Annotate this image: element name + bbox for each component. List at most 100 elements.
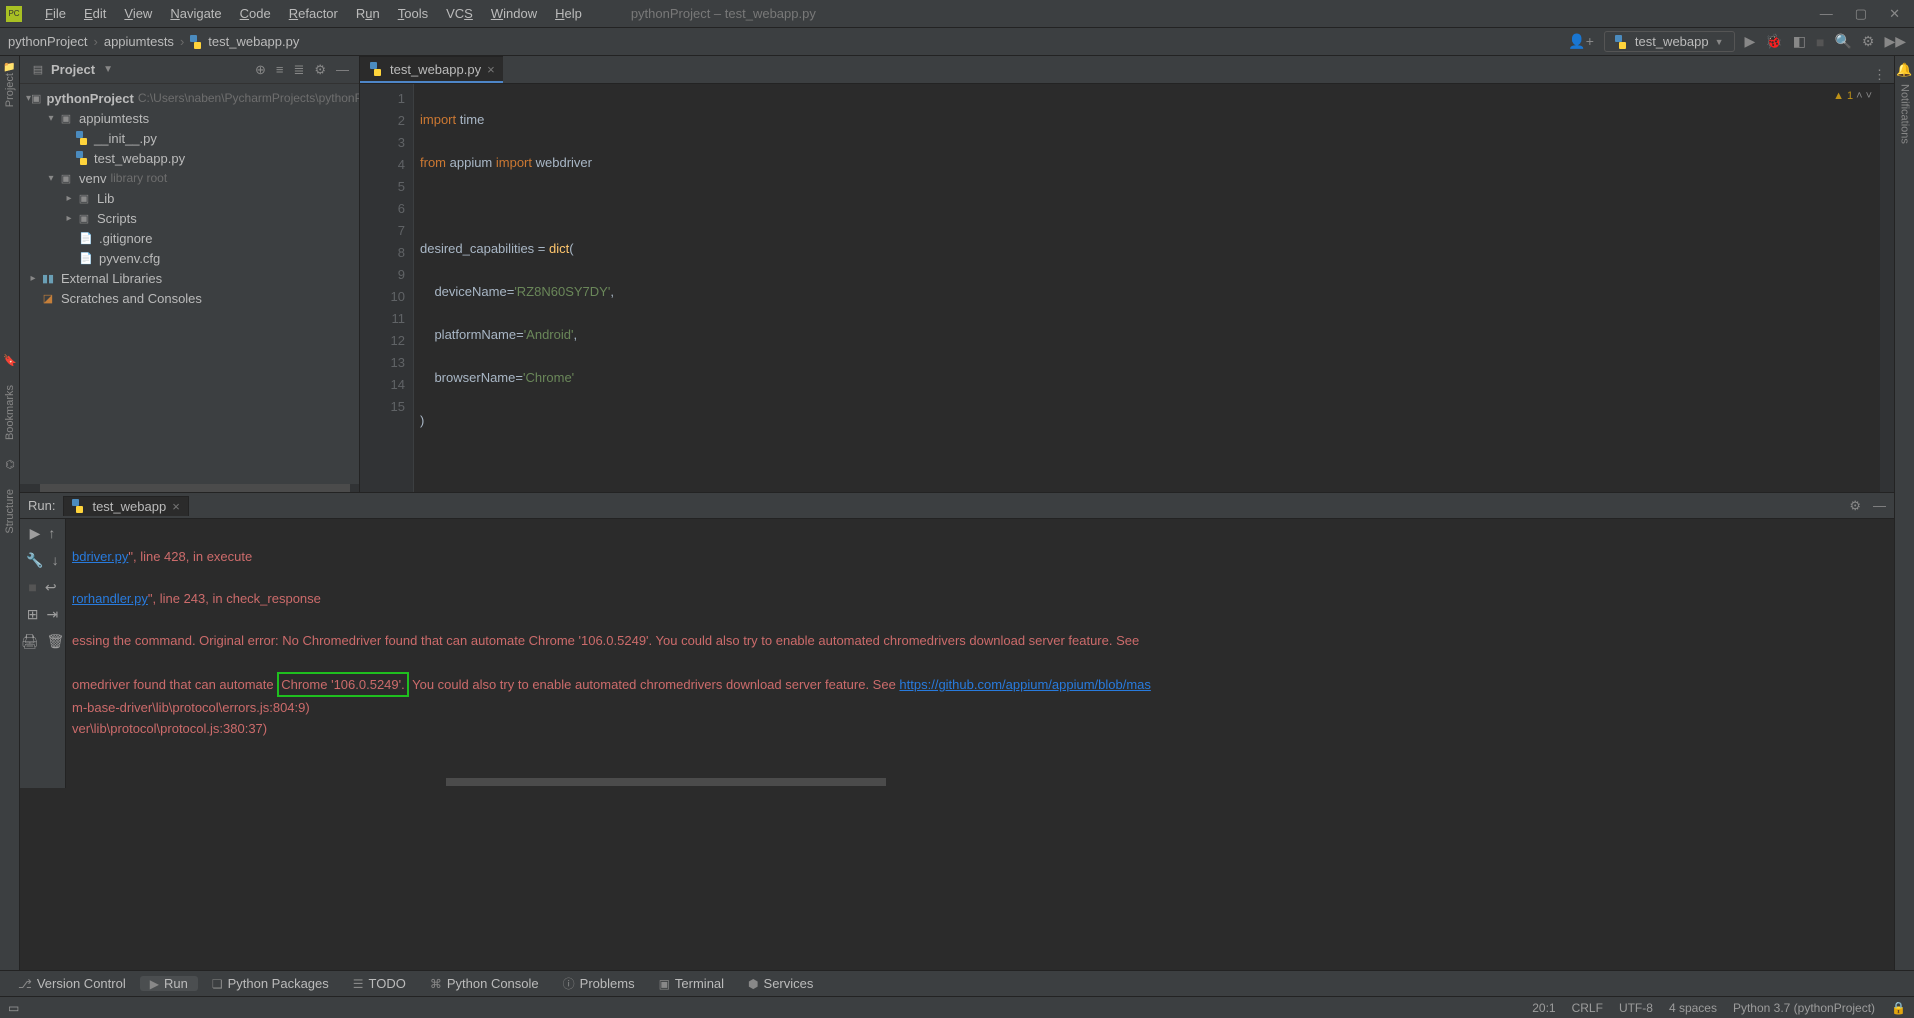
menu-refactor[interactable]: Refactor: [280, 6, 347, 21]
run-settings-gear-icon[interactable]: ⚙: [1849, 498, 1861, 514]
notifications-tool-button[interactable]: Notifications: [1899, 84, 1911, 144]
tree-file-init[interactable]: __init__.py: [20, 128, 359, 148]
close-run-tab-icon[interactable]: ×: [172, 499, 180, 514]
chevron-right-icon: ›: [88, 34, 104, 49]
breadcrumb-file[interactable]: test_webapp.py: [208, 34, 299, 49]
tool-problems[interactable]: ⓘProblems: [553, 975, 645, 992]
editor-tabs-more-icon[interactable]: ⋮: [1873, 67, 1894, 83]
tree-label: Scripts: [97, 211, 137, 226]
menu-vcs[interactable]: VCS: [437, 6, 482, 21]
tree-tag: library root: [110, 171, 167, 185]
soft-wrap-icon[interactable]: ↩: [45, 579, 57, 596]
run-tool-window: Run: test_webapp × ⚙ — ▶↑ 🔧↓ ■↩ ⊞⇥ 🖨🗑: [20, 492, 1894, 788]
locate-icon[interactable]: ⊕: [255, 62, 266, 78]
print-icon[interactable]: 🖨: [21, 633, 39, 650]
menu-file[interactable]: File: [36, 6, 75, 21]
status-interpreter[interactable]: Python 3.7 (pythonProject): [1733, 1001, 1875, 1015]
gear-icon[interactable]: ⚙: [314, 62, 326, 78]
status-indent[interactable]: 4 spaces: [1669, 1001, 1717, 1015]
delete-icon[interactable]: 🗑: [47, 633, 65, 650]
expand-all-icon[interactable]: ≡: [276, 62, 284, 78]
menu-window[interactable]: Window: [482, 6, 546, 21]
add-user-icon[interactable]: 👤+: [1568, 33, 1594, 50]
tree-folder-scripts[interactable]: ▸▣ Scripts: [20, 208, 359, 228]
tree-folder-venv[interactable]: ▾▣ venv library root: [20, 168, 359, 188]
tree-file-testwebapp[interactable]: test_webapp.py: [20, 148, 359, 168]
stop-icon[interactable]: ■: [1816, 34, 1824, 50]
tools-icon[interactable]: 🔧: [26, 552, 43, 569]
settings-gear-icon[interactable]: ⚙: [1862, 33, 1875, 50]
stop-run-icon[interactable]: ■: [28, 579, 36, 596]
tree-project-root[interactable]: ▾▣ pythonProject C:\Users\naben\PycharmP…: [20, 88, 359, 108]
menu-edit[interactable]: Edit: [75, 6, 115, 21]
down-icon[interactable]: ↓: [52, 552, 59, 569]
code-editor[interactable]: import time from appium import webdriver…: [414, 84, 1880, 492]
run-icon[interactable]: ▶: [1745, 33, 1756, 50]
status-quick-doc-icon[interactable]: ▭: [8, 1001, 19, 1015]
tree-file-gitignore[interactable]: 📄 .gitignore: [20, 228, 359, 248]
scroll-end-icon[interactable]: ⇥: [47, 606, 59, 623]
structure-icon[interactable]: ⌬: [5, 458, 15, 471]
menu-view[interactable]: View: [115, 6, 161, 21]
status-caret-pos[interactable]: 20:1: [1532, 1001, 1555, 1015]
close-tab-icon[interactable]: ×: [487, 62, 495, 77]
bookmarks-tool-button[interactable]: Bookmarks: [4, 385, 16, 440]
tool-todo[interactable]: ☰TODO: [343, 976, 416, 991]
inspection-widget[interactable]: ▲ 1 ˄ ˅: [1833, 90, 1872, 102]
tool-python-packages[interactable]: ❏Python Packages: [202, 976, 339, 991]
status-line-sep[interactable]: CRLF: [1572, 1001, 1603, 1015]
inspect-prev-icon[interactable]: ˄: [1856, 90, 1862, 102]
tree-file-pyvenvcfg[interactable]: 📄 pyvenv.cfg: [20, 248, 359, 268]
run-tab[interactable]: test_webapp ×: [63, 496, 188, 516]
layout-icon[interactable]: ⊞: [27, 606, 39, 623]
tool-version-control[interactable]: ⎇Version Control: [8, 976, 136, 991]
breadcrumb-folder[interactable]: appiumtests: [104, 34, 174, 49]
notifications-bell-icon[interactable]: 🔔: [1896, 62, 1912, 78]
coverage-icon[interactable]: ◧: [1793, 33, 1806, 50]
tool-python-console[interactable]: ⌘Python Console: [420, 976, 549, 991]
editor-tab[interactable]: test_webapp.py ×: [360, 56, 503, 83]
tree-scratches[interactable]: ◪ Scratches and Consoles: [20, 288, 359, 308]
menu-tools[interactable]: Tools: [389, 6, 437, 21]
tree-external-libs[interactable]: ▸▮▮ External Libraries: [20, 268, 359, 288]
run-config-selector[interactable]: test_webapp ▼: [1604, 31, 1735, 52]
status-encoding[interactable]: UTF-8: [1619, 1001, 1653, 1015]
status-lock-icon[interactable]: 🔒: [1891, 1001, 1906, 1015]
collapse-all-icon[interactable]: ≣: [293, 62, 304, 78]
maximize-icon[interactable]: ▢: [1855, 6, 1867, 22]
menu-navigate[interactable]: Navigate: [161, 6, 230, 21]
line-number-gutter[interactable]: 123456789101112131415: [360, 84, 414, 492]
problems-icon: ⓘ: [563, 975, 575, 992]
search-icon[interactable]: 🔍: [1834, 33, 1851, 50]
run-console[interactable]: bdriver.py", line 428, in execute rorhan…: [66, 519, 1894, 788]
up-icon[interactable]: ↑: [48, 525, 55, 542]
menu-run[interactable]: Run: [347, 6, 389, 21]
hide-icon[interactable]: —: [336, 62, 349, 78]
rerun-icon[interactable]: ▶: [30, 525, 41, 542]
breadcrumb-root[interactable]: pythonProject: [8, 34, 88, 49]
structure-tool-button[interactable]: Structure: [4, 489, 16, 534]
tree-folder-appiumtests[interactable]: ▾▣ appiumtests: [20, 108, 359, 128]
minimize-icon[interactable]: —: [1820, 6, 1833, 22]
run-anything-icon[interactable]: ▶▶: [1884, 33, 1906, 50]
project-scrollbar-horizontal[interactable]: [20, 484, 359, 492]
chevron-down-icon[interactable]: ▼: [103, 64, 113, 75]
tool-terminal[interactable]: ▣Terminal: [649, 976, 734, 991]
menu-help[interactable]: Help: [546, 6, 591, 21]
inspect-next-icon[interactable]: ˅: [1866, 90, 1872, 102]
tool-run[interactable]: ▶Run: [140, 976, 198, 991]
console-scrollbar-horizontal[interactable]: [66, 778, 1894, 788]
tree-label: __init__.py: [94, 131, 157, 146]
close-window-icon[interactable]: ✕: [1889, 6, 1900, 22]
menu-code[interactable]: Code: [231, 6, 280, 21]
tree-folder-lib[interactable]: ▸▣ Lib: [20, 188, 359, 208]
debug-icon[interactable]: 🐞: [1765, 33, 1782, 50]
project-tool-button[interactable]: Project: [4, 73, 16, 107]
python-file-icon: [190, 35, 204, 49]
editor-marker-bar[interactable]: [1880, 84, 1894, 492]
packages-icon: ❏: [212, 977, 223, 991]
python-file-icon: [76, 131, 90, 145]
bookmarks-icon[interactable]: 🔖: [3, 354, 17, 367]
tool-services[interactable]: ⬢Services: [738, 976, 823, 991]
hide-run-icon[interactable]: —: [1873, 498, 1886, 514]
